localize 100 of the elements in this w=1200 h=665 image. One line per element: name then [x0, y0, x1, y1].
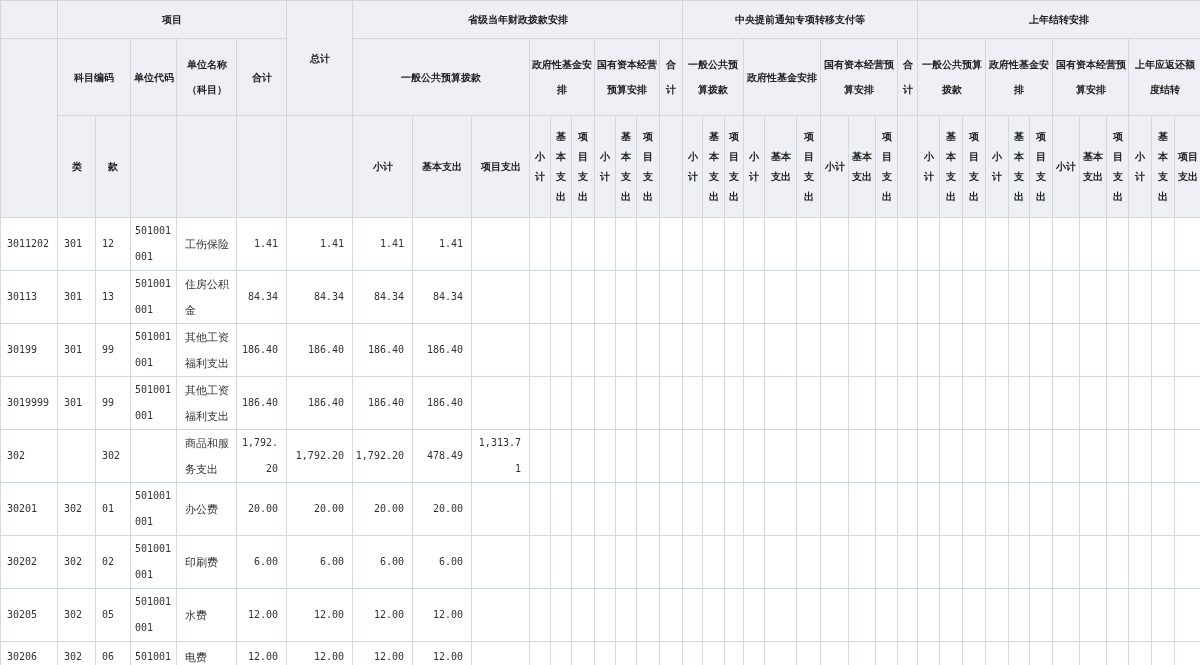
column-header: 上年应返还额度结转 [1128, 38, 1200, 116]
column-header: 类 [57, 115, 96, 218]
table-cell: 印刷费 [176, 535, 237, 589]
table-cell: 20.00 [352, 482, 413, 536]
table-cell: 501001001 [130, 376, 177, 430]
table-cell: 12 [95, 217, 131, 271]
column-header: 国有资本经营预算安排 [594, 38, 660, 116]
table-cell: 1,313.71 [471, 429, 530, 483]
table-cell: 6.00 [236, 535, 287, 589]
table-cell: 478.49 [412, 429, 472, 483]
table-cell: 6.00 [352, 535, 413, 589]
column-header: 中央提前通知专项转移支付等 [682, 0, 918, 39]
table-cell: 501001001 [130, 588, 177, 642]
table-cell: 12.00 [236, 588, 287, 642]
table-cell: 99 [95, 376, 131, 430]
table-cell: 186.40 [352, 376, 413, 430]
table-cell: 302 [57, 588, 96, 642]
table-cell: 302 [0, 429, 58, 483]
table-cell: 工伤保险 [176, 217, 237, 271]
table-cell: 84.34 [412, 270, 472, 324]
table-cell: 3011202 [0, 217, 58, 271]
table-cell: 99 [95, 323, 131, 377]
table-cell: 186.40 [286, 323, 353, 377]
table-cell: 501001001 [130, 323, 177, 377]
table-cell: 住房公积金 [176, 270, 237, 324]
column-header: 项目支出 [796, 115, 821, 218]
column-header: 一般公共预算拨款 [352, 38, 530, 116]
column-header: 政府性基金安排 [529, 38, 595, 116]
table-cell: 186.40 [236, 323, 287, 377]
table-cell: 30201 [0, 482, 58, 536]
column-header: 小计 [820, 115, 849, 218]
column-header: 上年结转安排 [917, 0, 1200, 39]
table-cell: 302 [95, 429, 131, 483]
table-cell: 办公费 [176, 482, 237, 536]
column-header: 基本支出 [1079, 115, 1107, 218]
table-cell: 186.40 [412, 376, 472, 430]
column-header: 基本支出 [764, 115, 797, 218]
table-cell: 6.00 [412, 535, 472, 589]
column-header: 小计 [1052, 115, 1080, 218]
table-cell: 302 [57, 482, 96, 536]
column-header: 项目支出 [1174, 115, 1200, 218]
column-header: 省级当年财政拨款安排 [352, 0, 683, 39]
table-cell: 1,792.20 [286, 429, 353, 483]
table-cell: 301 [57, 323, 96, 377]
table-cell: 30199 [0, 323, 58, 377]
column-header: 总计 [286, 0, 353, 116]
table-cell: 商品和服务支出 [176, 429, 237, 483]
table-cell: 3019999 [0, 376, 58, 430]
column-header: 基本支出 [848, 115, 876, 218]
column-header: 政府性基金安排 [985, 38, 1053, 116]
column-header: 单位名称（科目） [176, 38, 237, 116]
table-cell: 301 [57, 270, 96, 324]
table-cell: 1.41 [236, 217, 287, 271]
column-header: 国有资本经营预算安排 [1052, 38, 1129, 116]
table-cell: 其他工资福利支出 [176, 376, 237, 430]
table-cell: 12.00 [286, 588, 353, 642]
table-cell: 1,792.20 [352, 429, 413, 483]
table-cell: 13 [95, 270, 131, 324]
table-cell: 501001001 [130, 482, 177, 536]
column-header: 一般公共预算拨款 [917, 38, 986, 116]
table-cell: 186.40 [286, 376, 353, 430]
table-cell: 12.00 [412, 588, 472, 642]
table-cell: 30206 [0, 641, 58, 665]
table-cell: 84.34 [286, 270, 353, 324]
table-cell: 1.41 [352, 217, 413, 271]
column-header: 项目 [57, 0, 287, 39]
table-cell: 01 [95, 482, 131, 536]
table-cell: 501001001 [130, 535, 177, 589]
column-header: 款 [95, 115, 131, 218]
table-cell: 20.00 [412, 482, 472, 536]
table-cell: 20.00 [286, 482, 353, 536]
table-cell: 186.40 [412, 323, 472, 377]
table-cell: 84.34 [352, 270, 413, 324]
column-header: 合计 [236, 38, 287, 116]
table-cell: 30202 [0, 535, 58, 589]
table-cell: 501001001 [130, 217, 177, 271]
table-cell: 水费 [176, 588, 237, 642]
table-cell: 1.41 [286, 217, 353, 271]
column-header: 单位代码 [130, 38, 177, 116]
table-cell: 12.00 [352, 588, 413, 642]
table-cell: 301 [57, 376, 96, 430]
table-cell: 6.00 [286, 535, 353, 589]
table-cell: 02 [95, 535, 131, 589]
table-cell: 其他工资福利支出 [176, 323, 237, 377]
table-cell: 30113 [0, 270, 58, 324]
column-header: 项目支出 [471, 115, 530, 218]
column-header: 政府性基金安排 [743, 38, 821, 116]
table-cell: 84.34 [236, 270, 287, 324]
column-header: 国有资本经营预算安排 [820, 38, 898, 116]
table-cell: 501001001 [130, 270, 177, 324]
table-cell: 186.40 [352, 323, 413, 377]
table-cell: 30205 [0, 588, 58, 642]
table-cell: 301 [57, 217, 96, 271]
table-cell: 186.40 [236, 376, 287, 430]
table-cell: 302 [57, 535, 96, 589]
table-cell: 20.00 [236, 482, 287, 536]
column-header: 基本支出 [412, 115, 472, 218]
table-cell: 05 [95, 588, 131, 642]
column-header: 小计 [352, 115, 413, 218]
table-cell: 1,792.20 [236, 429, 287, 483]
